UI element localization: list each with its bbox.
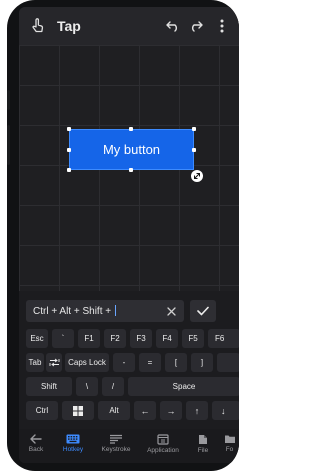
key-f6[interactable]: F6 [208, 329, 239, 348]
redo-icon[interactable] [185, 15, 207, 37]
key-arrow-down[interactable]: ↓ [212, 401, 239, 420]
resize-handle-right[interactable] [192, 148, 196, 152]
confirm-button[interactable] [190, 300, 216, 322]
key-f1[interactable]: F1 [78, 329, 100, 348]
nav-application[interactable]: Application [139, 429, 187, 463]
nav-keystroke[interactable]: Keystroke [93, 429, 139, 463]
nav-back-label: Back [28, 446, 44, 453]
resize-handle-top-right[interactable] [192, 127, 196, 131]
volume-up-button [7, 90, 10, 110]
bottom-nav: Back Hotkey Keystroke Application File F… [19, 429, 239, 463]
key-backtick[interactable]: ` [52, 329, 74, 348]
volume-down-button [7, 125, 10, 165]
key-tab-arrows[interactable] [46, 353, 62, 372]
key-arrow-up[interactable]: ↑ [186, 401, 208, 420]
folder-icon [224, 435, 235, 443]
more-vert-icon[interactable] [211, 15, 233, 37]
shortcut-input-text: Ctrl + Alt + Shift + [33, 305, 116, 317]
key-space[interactable]: Space [128, 377, 239, 396]
app-screen: Tap My button Ctrl + Alt + Shift + Esc `… [19, 7, 239, 463]
nav-back[interactable]: Back [19, 429, 53, 463]
phone-frame: Tap My button Ctrl + Alt + Shift + Esc `… [7, 0, 239, 471]
undo-icon[interactable] [162, 15, 184, 37]
app-bar: Tap [19, 7, 239, 45]
my-button-label: My button [102, 142, 161, 157]
resize-handle-top[interactable] [129, 127, 133, 131]
key-slash[interactable]: / [102, 377, 124, 396]
resize-handle-bottom[interactable] [129, 168, 133, 172]
resize-corner-icon[interactable] [191, 170, 203, 182]
hotkey-panel: Ctrl + Alt + Shift + Esc ` F1 F2 F3 F4 F… [19, 291, 239, 429]
nav-folder[interactable]: Fo [219, 429, 239, 463]
text-caret [114, 305, 116, 316]
key-esc[interactable]: Esc [26, 329, 48, 348]
application-icon [157, 434, 169, 445]
nav-hotkey[interactable]: Hotkey [53, 429, 93, 463]
key-caps-lock[interactable]: Caps Lock [65, 353, 109, 372]
key-arrow-left[interactable]: ← [134, 401, 156, 420]
my-button-widget[interactable]: My button [69, 129, 194, 170]
resize-handle-left[interactable] [67, 148, 71, 152]
nav-file-label: File [197, 447, 209, 454]
key-f5[interactable]: F5 [182, 329, 204, 348]
arrow-back-icon [30, 434, 42, 444]
key-shift[interactable]: Shift [26, 377, 72, 396]
nav-file[interactable]: File [187, 429, 219, 463]
resize-handle-top-left[interactable] [67, 127, 71, 131]
key-left-bracket[interactable]: [ [165, 353, 187, 372]
windows-icon [73, 405, 83, 416]
check-icon [197, 306, 209, 316]
keyboard-icon [66, 434, 80, 444]
layout-canvas[interactable]: My button [19, 45, 239, 291]
keystroke-icon [110, 434, 122, 444]
nav-hotkey-label: Hotkey [62, 446, 84, 453]
key-minus[interactable]: - [113, 353, 135, 372]
key-backslash[interactable]: \ [76, 377, 98, 396]
key-f4[interactable]: F4 [156, 329, 178, 348]
key-alt[interactable]: Alt [98, 401, 130, 420]
nav-folder-label: Fo [225, 446, 234, 453]
key-equals[interactable]: = [139, 353, 161, 372]
nav-application-label: Application [147, 447, 179, 454]
touch-icon [27, 15, 49, 37]
nav-keystroke-label: Keystroke [101, 446, 131, 453]
key-right-bracket[interactable]: ] [191, 353, 213, 372]
shortcut-value: Ctrl + Alt + Shift + [33, 306, 114, 317]
key-partial[interactable] [217, 353, 239, 372]
resize-handle-bottom-left[interactable] [67, 168, 71, 172]
key-tab[interactable]: Tab [26, 353, 44, 372]
shortcut-input[interactable]: Ctrl + Alt + Shift + [26, 300, 184, 322]
tab-arrows-icon [49, 358, 59, 367]
key-f2[interactable]: F2 [104, 329, 126, 348]
file-icon [199, 435, 207, 444]
key-ctrl[interactable]: Ctrl [26, 401, 58, 420]
clear-icon[interactable] [164, 304, 178, 318]
key-arrow-right[interactable]: → [160, 401, 182, 420]
key-f3[interactable]: F3 [130, 329, 152, 348]
key-windows[interactable] [62, 401, 94, 420]
page-title: Tap [57, 18, 81, 34]
